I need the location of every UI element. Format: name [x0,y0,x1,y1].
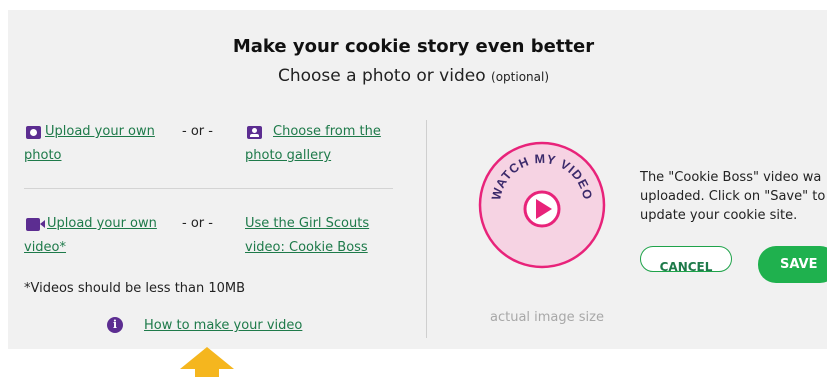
status-message-line1: The "Cookie Boss" video wa [640,170,822,185]
status-message-line3: update your cookie site. [640,208,798,223]
column-divider [426,120,427,338]
camera-icon [26,126,41,139]
pointer-arrow-icon [180,347,234,369]
preview-caption: actual image size [490,310,604,325]
status-message-line2: uploaded. Click on "Save" to [640,189,826,204]
upload-photo-link[interactable]: Upload your own [45,124,155,139]
video-camera-icon [26,218,45,231]
gallery-icon [247,126,262,139]
subtitle-optional: (optional) [491,70,550,84]
video-preview-badge[interactable]: WATCH MY VIDEO [478,141,606,269]
upload-photo-link-line2[interactable]: photo [24,148,62,163]
video-size-note: *Videos should be less than 10MB [24,281,246,296]
upload-video-link-line2[interactable]: video* [24,240,66,255]
upload-video-link[interactable]: Upload your own [47,216,157,231]
page-subtitle: Choose a photo or video (optional) [0,66,827,86]
photo-or-separator: - or - [182,124,213,139]
status-message: The "Cookie Boss" video wa uploaded. Cli… [640,168,827,225]
video-or-separator: - or - [182,216,213,231]
options-divider [24,188,393,189]
girlscouts-video-link[interactable]: Use the Girl Scouts [245,216,369,231]
girlscouts-video-link-line2[interactable]: video: Cookie Boss [245,240,368,255]
info-icon: i [107,317,123,333]
cancel-button[interactable]: CANCEL [640,246,732,272]
choose-gallery-link-line2[interactable]: photo gallery [245,148,331,163]
subtitle-text: Choose a photo or video [277,66,486,86]
pointer-arrow-stem [195,368,219,377]
page-title: Make your cookie story even better [232,36,595,57]
choose-gallery-link[interactable]: Choose from the [273,124,381,139]
save-button[interactable]: SAVE [758,246,827,283]
how-to-video-link[interactable]: How to make your video [144,318,302,333]
